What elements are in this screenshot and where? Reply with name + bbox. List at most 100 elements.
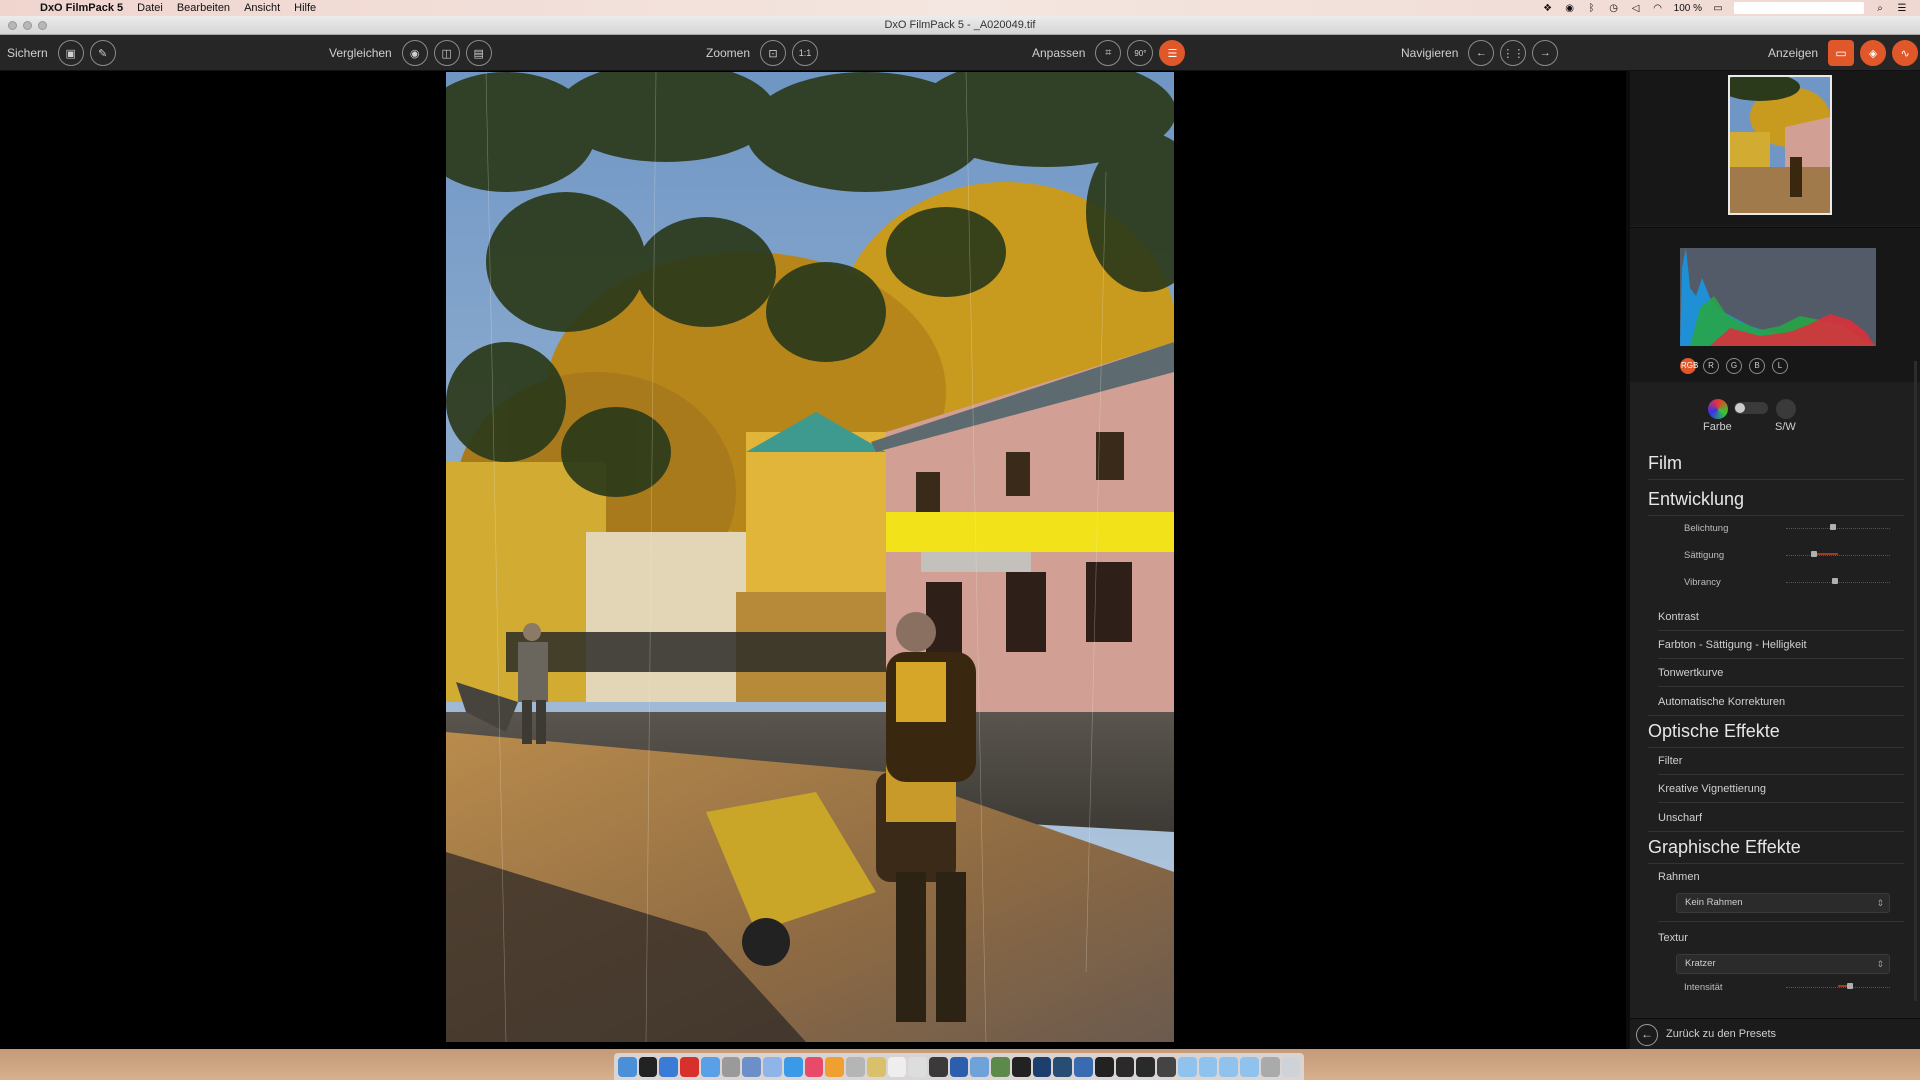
app-icon[interactable] — [825, 1056, 845, 1077]
compare-split-button[interactable]: ◫ — [433, 40, 460, 66]
histogram-b-button[interactable]: B — [1749, 358, 1765, 374]
section-film[interactable]: Film — [1648, 453, 1682, 474]
settings-panel-button[interactable]: ☰ — [1159, 40, 1186, 66]
panel-scrollbar[interactable] — [1914, 361, 1917, 1001]
timemachine-icon[interactable]: ◷ — [1608, 3, 1620, 14]
app-icon[interactable] — [763, 1056, 782, 1077]
previous-image-button[interactable]: ← — [1468, 40, 1495, 66]
folder-icon[interactable] — [1198, 1056, 1218, 1077]
save-as-button[interactable]: ✎ — [89, 40, 116, 66]
intensity-slider[interactable] — [1786, 982, 1890, 989]
section-optische-effekte[interactable]: Optische Effekte — [1648, 721, 1780, 742]
histogram-rgb-button[interactable]: RGB — [1680, 358, 1698, 374]
app-icon[interactable] — [1260, 1056, 1280, 1077]
color-mode-icon[interactable] — [1708, 399, 1728, 419]
itunes-icon[interactable] — [804, 1056, 824, 1077]
folder-icon[interactable] — [1219, 1056, 1239, 1077]
crop-button[interactable]: ⌗ — [1095, 40, 1122, 66]
compare-side-button[interactable]: ▤ — [465, 40, 492, 66]
app-icon[interactable] — [908, 1056, 928, 1077]
spotlight-icon[interactable]: ⌕ — [1874, 3, 1886, 14]
mode-toggle[interactable] — [1734, 402, 1768, 414]
filezilla-icon[interactable] — [680, 1056, 699, 1077]
app-icon[interactable] — [1074, 1056, 1093, 1077]
wifi-icon[interactable]: ◠ — [1652, 3, 1664, 14]
filmpack-icon[interactable] — [1115, 1056, 1135, 1077]
slider-knob[interactable] — [1847, 983, 1854, 989]
finder-icon[interactable] — [618, 1056, 637, 1077]
belichtung-slider[interactable] — [1786, 523, 1890, 530]
main-photo[interactable] — [446, 72, 1174, 1042]
texture-select[interactable]: Kratzer ⇕ — [1676, 954, 1890, 974]
dropbox-dock-icon[interactable] — [700, 1056, 720, 1077]
notification-icon[interactable]: ☰ — [1896, 3, 1908, 14]
zoom-100-button[interactable]: 1:1 — [792, 40, 819, 66]
minimize-window-button[interactable] — [23, 21, 32, 30]
close-window-button[interactable] — [8, 21, 17, 30]
app-icon[interactable] — [991, 1056, 1010, 1077]
lightroom-icon[interactable] — [1053, 1056, 1073, 1077]
slider-knob[interactable] — [1831, 578, 1838, 584]
sync-icon[interactable]: ◉ — [1564, 3, 1576, 14]
folder-icon[interactable] — [1177, 1056, 1197, 1077]
item-farbton[interactable]: Farbton - Sättigung - Helligkeit — [1658, 639, 1807, 651]
app-icon[interactable] — [1094, 1056, 1114, 1077]
section-entwicklung[interactable]: Entwicklung — [1648, 489, 1744, 510]
folder-icon[interactable] — [1240, 1056, 1259, 1077]
grid-view-button[interactable]: ⋮⋮ — [1500, 40, 1527, 66]
app-icon[interactable] — [742, 1056, 762, 1077]
next-image-button[interactable]: → — [1532, 40, 1559, 66]
item-auto-korrekturen[interactable]: Automatische Korrekturen — [1658, 696, 1785, 708]
image-viewer[interactable] — [0, 71, 1626, 1049]
spotlight-field[interactable] — [1734, 2, 1864, 14]
presets-view-button[interactable]: ◈ — [1860, 40, 1887, 66]
app-icon[interactable] — [659, 1056, 679, 1077]
dropbox-icon[interactable]: ❖ — [1542, 3, 1554, 14]
back-to-presets-bar[interactable]: ← Zurück zu den Presets — [1630, 1018, 1920, 1049]
menu-datei[interactable]: Datei — [137, 2, 163, 14]
menu-bearbeiten[interactable]: Bearbeiten — [177, 2, 230, 14]
histogram-l-button[interactable]: L — [1772, 358, 1788, 374]
battery-icon[interactable]: ▭ — [1712, 3, 1724, 14]
item-vignettierung[interactable]: Kreative Vignettierung — [1658, 783, 1766, 795]
rotate-button[interactable]: 90° — [1127, 40, 1154, 66]
item-unscharf[interactable]: Unscharf — [1658, 812, 1702, 824]
app-icon[interactable] — [929, 1056, 948, 1077]
histogram-view-button[interactable]: ∿ — [1892, 40, 1919, 66]
zoom-window-button[interactable] — [38, 21, 47, 30]
app-icon[interactable] — [1157, 1056, 1176, 1077]
trash-icon[interactable] — [1281, 1056, 1301, 1077]
menu-hilfe[interactable]: Hilfe — [294, 2, 316, 14]
safari-icon[interactable] — [783, 1056, 803, 1077]
zoom-fit-button[interactable]: ⊡ — [760, 40, 787, 66]
terminal-icon[interactable] — [638, 1056, 658, 1077]
histogram-r-button[interactable]: R — [1703, 358, 1719, 374]
app-icon[interactable] — [1032, 1056, 1052, 1077]
image-thumbnail[interactable] — [1728, 75, 1832, 215]
calendar-icon[interactable] — [887, 1056, 907, 1077]
app-icon[interactable] — [866, 1056, 886, 1077]
volume-icon[interactable]: ◁ — [1630, 3, 1642, 14]
arrow-left-icon[interactable]: ← — [1636, 1024, 1658, 1046]
save-image-button[interactable]: ▣ — [57, 40, 84, 66]
item-kontrast[interactable]: Kontrast — [1658, 611, 1699, 623]
item-filter[interactable]: Filter — [1658, 755, 1682, 767]
app-icon[interactable] — [1011, 1056, 1031, 1077]
saettigung-slider[interactable] — [1786, 550, 1890, 557]
frame-select[interactable]: Kein Rahmen ⇕ — [1676, 893, 1890, 913]
app-icon[interactable] — [846, 1056, 865, 1077]
item-tonwertkurve[interactable]: Tonwertkurve — [1658, 667, 1723, 679]
app-icon[interactable] — [721, 1056, 741, 1077]
back-to-presets-label[interactable]: Zurück zu den Presets — [1666, 1028, 1776, 1040]
viewpoint-icon[interactable] — [1136, 1056, 1156, 1077]
slider-knob[interactable] — [1811, 551, 1818, 557]
section-graphische-effekte[interactable]: Graphische Effekte — [1648, 837, 1801, 858]
display-mode-button[interactable]: ▭ — [1828, 40, 1855, 66]
menu-app-name[interactable]: DxO FilmPack 5 — [40, 2, 123, 14]
histogram-g-button[interactable]: G — [1726, 358, 1742, 374]
bluetooth-icon[interactable]: ᛒ — [1586, 3, 1598, 14]
bw-mode-icon[interactable] — [1776, 399, 1796, 419]
menu-ansicht[interactable]: Ansicht — [244, 2, 280, 14]
app-icon[interactable] — [970, 1056, 990, 1077]
compare-eye-button[interactable]: ◉ — [401, 40, 428, 66]
